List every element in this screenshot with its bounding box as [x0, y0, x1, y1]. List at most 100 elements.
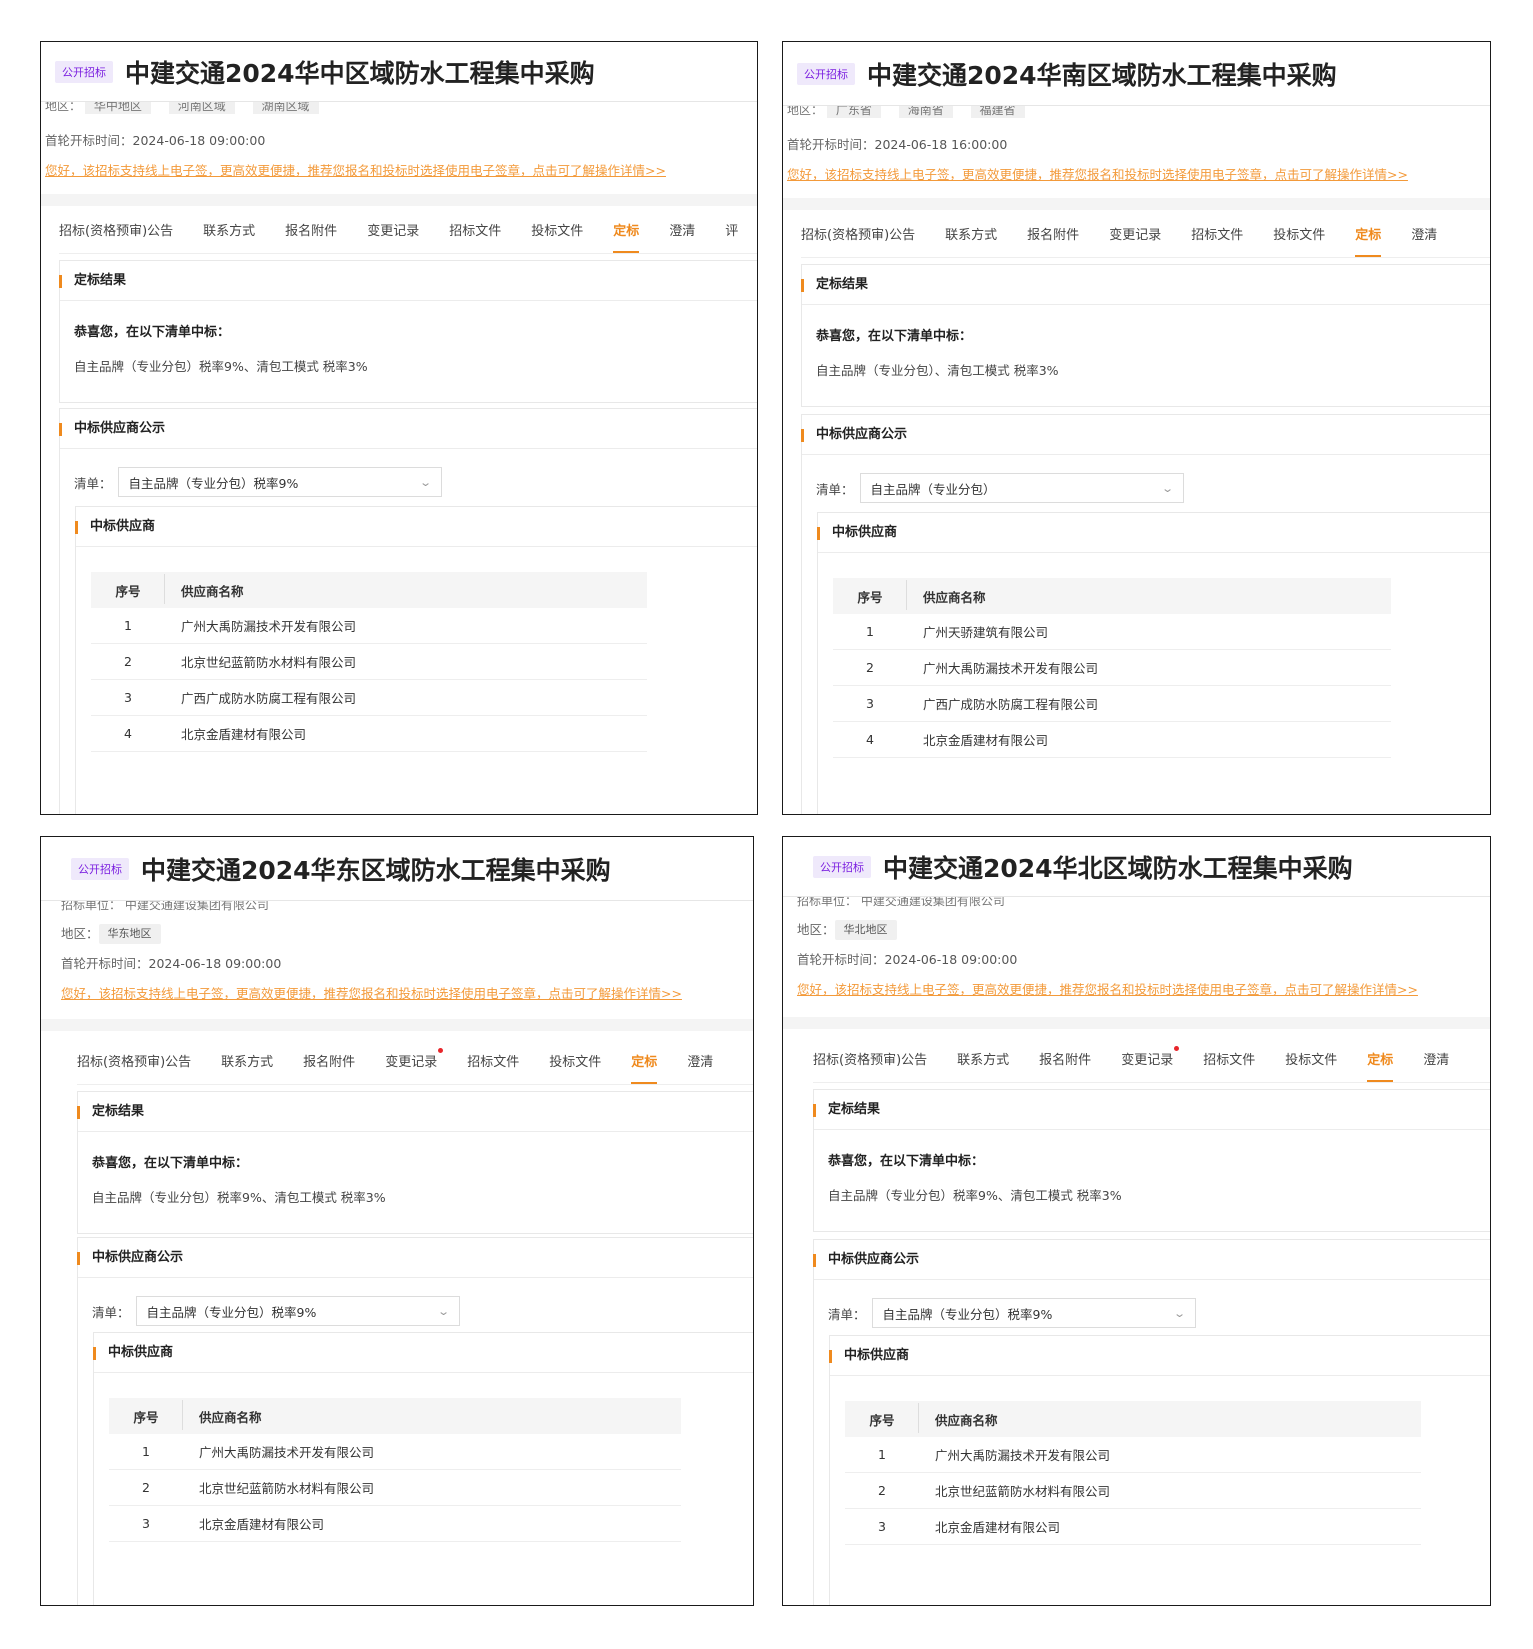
- tab-clarification[interactable]: 澄清: [669, 220, 695, 253]
- row-no: 1: [142, 1444, 150, 1459]
- award-result-section: 定标结果 恭喜您，在以下清单中标： 自主品牌（专业分包）税率9%、清包工模式 税…: [813, 1089, 1490, 1232]
- tab-evaluation[interactable]: 评: [725, 220, 738, 253]
- title-row: 公开招标 中建交通2024华中区域防水工程集中采购: [41, 42, 757, 102]
- open-time-value: 2024-06-18 09:00:00: [148, 956, 282, 971]
- tab-award[interactable]: 定标: [1367, 1049, 1394, 1082]
- tab-award[interactable]: 定标: [1355, 224, 1382, 257]
- tab-registration-attachments[interactable]: 报名附件: [1039, 1049, 1091, 1082]
- row-supplier-name: 广州大禹防漏技术开发有限公司: [935, 1448, 1111, 1463]
- tender-panel-south: 公开招标 中建交通2024华南区域防水工程集中采购 地区： 广东省 海南省 福建…: [782, 41, 1491, 815]
- winning-suppliers-title: 中标供应商公示: [813, 1240, 1490, 1280]
- region-row: 地区： 华北地区: [797, 915, 1490, 945]
- table-row: 1 广州天骄建筑有限公司: [833, 614, 1391, 650]
- tab-announcement[interactable]: 招标(资格预审)公告: [77, 1051, 191, 1084]
- list-select[interactable]: 自主品牌（专业分包）税率9% ⌄: [117, 467, 442, 497]
- region-label: 地区：: [787, 106, 824, 117]
- tab-announcement[interactable]: 招标(资格预审)公告: [813, 1049, 927, 1082]
- tab-bid-documents[interactable]: 投标文件: [1273, 224, 1325, 257]
- tender-panel-east: 公开招标 中建交通2024华东区域防水工程集中采购 招标单位： 中建交通建设集团…: [40, 836, 754, 1606]
- tender-meta: 地区： 华中地区 河南区域 湖南区域 首轮开标时间： 2024-06-18 09…: [45, 102, 757, 179]
- open-time-label: 首轮开标时间：: [61, 956, 149, 971]
- list-select-value: 自主品牌（专业分包）税率9%: [128, 475, 299, 491]
- region-row-cut: 地区： 广东省 海南省 福建省: [787, 106, 1490, 118]
- col-no-header: 序号: [833, 579, 907, 610]
- tab-contact[interactable]: 联系方式: [957, 1049, 1009, 1082]
- row-no: 3: [142, 1516, 150, 1531]
- row-no: 1: [866, 624, 874, 639]
- tab-bid-documents[interactable]: 投标文件: [1285, 1049, 1337, 1082]
- row-supplier-name: 广西广成防水防腐工程有限公司: [923, 697, 1099, 712]
- list-select-row: 清单： 自主品牌（专业分包）税率9% ⌄: [78, 1278, 753, 1326]
- tab-contact[interactable]: 联系方式: [221, 1051, 273, 1084]
- congrats-text: 恭喜您，在以下清单中标：: [92, 1156, 249, 1171]
- tab-change-log[interactable]: 变更记录: [385, 1048, 444, 1084]
- tab-registration-attachments[interactable]: 报名附件: [303, 1051, 355, 1084]
- list-select[interactable]: 自主品牌（专业分包）税率9% ⌄: [135, 1296, 460, 1326]
- table-header: 序号 供应商名称: [91, 572, 647, 608]
- tab-award[interactable]: 定标: [613, 220, 640, 253]
- row-no: 3: [878, 1519, 886, 1534]
- winners-title: 中标供应商: [829, 1336, 1490, 1376]
- awarded-lots-text: 自主品牌（专业分包）税率9%、清包工模式 税率3%: [74, 359, 368, 374]
- page-title: 中建交通2024华东区域防水工程集中采购: [141, 855, 611, 885]
- table-header: 序号 供应商名称: [833, 578, 1391, 614]
- winners-table: 序号 供应商名称 1 广州天骄建筑有限公司 2 广州大禹防漏技术开发有限公司 3…: [833, 578, 1391, 758]
- tab-registration-attachments[interactable]: 报名附件: [1027, 224, 1079, 257]
- tab-bid-documents[interactable]: 投标文件: [549, 1051, 601, 1084]
- col-name-header: 供应商名称: [935, 1412, 998, 1428]
- tab-clarification[interactable]: 澄清: [1423, 1049, 1449, 1082]
- row-supplier-name: 北京世纪蓝箭防水材料有限公司: [935, 1484, 1111, 1499]
- open-time-label: 首轮开标时间：: [45, 133, 133, 148]
- tab-contact[interactable]: 联系方式: [945, 224, 997, 257]
- tab-clarification[interactable]: 澄清: [687, 1051, 713, 1084]
- row-no: 2: [866, 660, 874, 675]
- tab-clarification[interactable]: 澄清: [1411, 224, 1437, 257]
- e-signature-notice-link[interactable]: 您好，该招标支持线上电子签，更高效更便捷，推荐您报名和投标时选择使用电子签章，点…: [797, 979, 1418, 998]
- tab-award[interactable]: 定标: [631, 1051, 658, 1084]
- tender-unit-value: 中建交通建设集团有限公司: [124, 901, 269, 912]
- row-supplier-name: 广州大禹防漏技术开发有限公司: [181, 619, 357, 634]
- tab-tender-documents[interactable]: 招标文件: [1191, 224, 1243, 257]
- list-label: 清单：: [74, 475, 112, 491]
- table-header: 序号 供应商名称: [845, 1401, 1421, 1437]
- awarded-lots-text: 自主品牌（专业分包）、清包工模式 税率3%: [816, 363, 1059, 378]
- congrats-text: 恭喜您，在以下清单中标：: [816, 329, 973, 344]
- region-chip: 福建省: [970, 106, 1025, 118]
- tab-registration-attachments[interactable]: 报名附件: [285, 220, 337, 253]
- list-label: 清单：: [816, 481, 854, 497]
- col-no-header: 序号: [109, 1399, 183, 1430]
- col-name-header: 供应商名称: [199, 1409, 262, 1425]
- open-time-value: 2024-06-18 09:00:00: [884, 952, 1018, 967]
- e-signature-notice-link[interactable]: 您好，该招标支持线上电子签，更高效更便捷，推荐您报名和投标时选择使用电子签章，点…: [45, 160, 666, 179]
- region-label: 地区：: [45, 102, 82, 113]
- e-signature-notice-link[interactable]: 您好，该招标支持线上电子签，更高效更便捷，推荐您报名和投标时选择使用电子签章，点…: [61, 983, 682, 1002]
- tab-tender-documents[interactable]: 招标文件: [1203, 1049, 1255, 1082]
- unread-dot-icon: [1174, 1046, 1180, 1051]
- table-row: 2 北京世纪蓝箭防水材料有限公司: [91, 644, 647, 680]
- row-supplier-name: 北京金盾建材有限公司: [923, 733, 1049, 748]
- winners-table: 序号 供应商名称 1 广州大禹防漏技术开发有限公司 2 北京世纪蓝箭防水材料有限…: [109, 1398, 681, 1542]
- row-no: 3: [124, 690, 132, 705]
- tab-tender-documents[interactable]: 招标文件: [449, 220, 501, 253]
- list-select[interactable]: 自主品牌（专业分包）税率9% ⌄: [871, 1298, 1196, 1328]
- row-supplier-name: 广州大禹防漏技术开发有限公司: [923, 661, 1099, 676]
- col-name-header: 供应商名称: [923, 589, 986, 605]
- list-select[interactable]: 自主品牌（专业分包） ⌄: [859, 473, 1184, 503]
- row-no: 1: [124, 618, 132, 633]
- tab-change-log[interactable]: 变更记录: [1109, 224, 1161, 257]
- tab-tender-documents[interactable]: 招标文件: [467, 1051, 519, 1084]
- tab-contact[interactable]: 联系方式: [203, 220, 255, 253]
- list-select-row: 清单： 自主品牌（专业分包）税率9% ⌄: [60, 449, 757, 497]
- winners-title: 中标供应商: [817, 513, 1490, 553]
- region-chip: 华北地区: [834, 920, 897, 940]
- tab-change-log[interactable]: 变更记录: [1121, 1046, 1180, 1082]
- e-signature-notice-link[interactable]: 您好，该招标支持线上电子签，更高效更便捷，推荐您报名和投标时选择使用电子签章，点…: [787, 164, 1408, 183]
- title-row: 公开招标 中建交通2024华东区域防水工程集中采购: [41, 837, 753, 901]
- tab-announcement[interactable]: 招标(资格预审)公告: [59, 220, 173, 253]
- award-result-section: 定标结果 恭喜您，在以下清单中标： 自主品牌（专业分包）、清包工模式 税率3%: [801, 264, 1490, 407]
- tab-announcement[interactable]: 招标(资格预审)公告: [801, 224, 915, 257]
- tab-change-log[interactable]: 变更记录: [367, 220, 419, 253]
- open-time-value: 2024-06-18 09:00:00: [132, 133, 266, 148]
- tab-bid-documents[interactable]: 投标文件: [531, 220, 583, 253]
- row-supplier-name: 广西广成防水防腐工程有限公司: [181, 691, 357, 706]
